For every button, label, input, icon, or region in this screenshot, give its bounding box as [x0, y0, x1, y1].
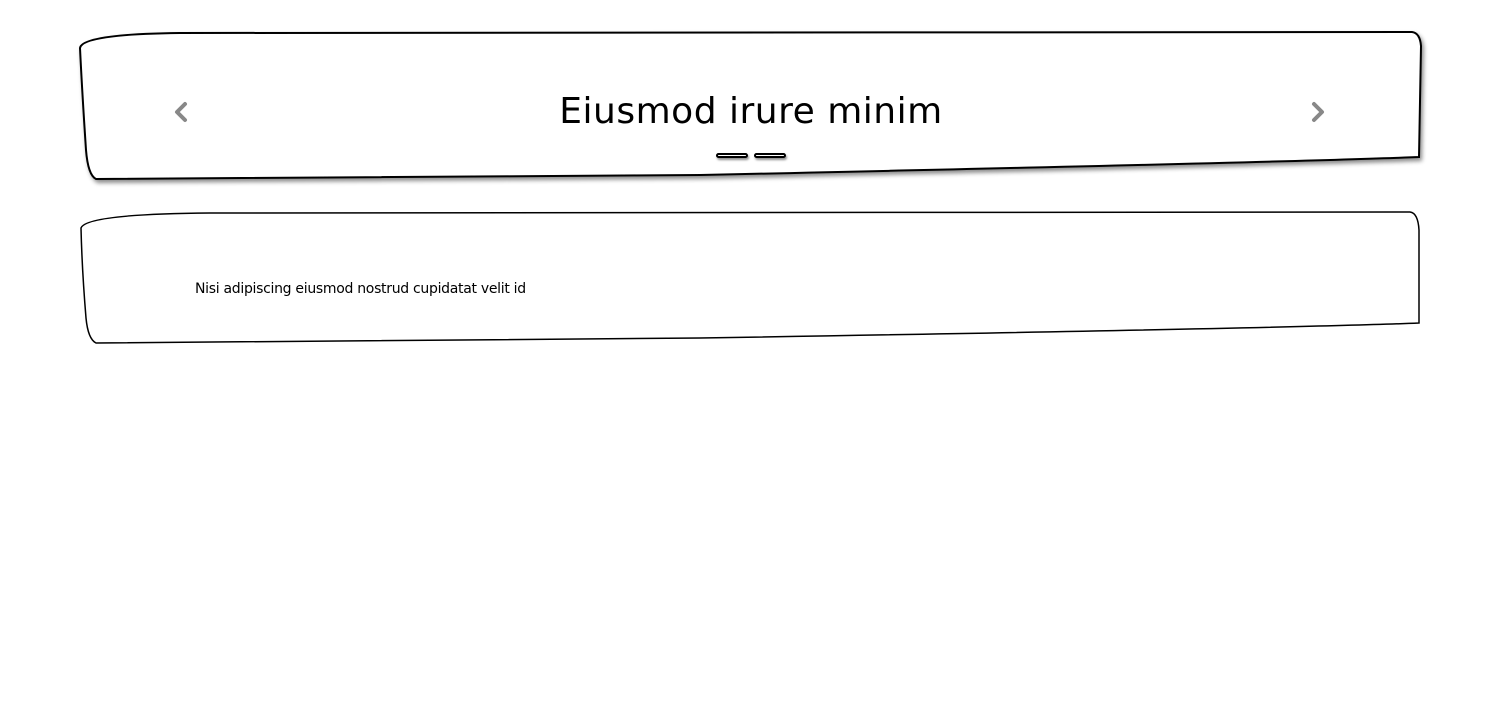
carousel-indicator[interactable] [754, 153, 786, 158]
carousel-title: Eiusmod irure minim [559, 91, 943, 132]
card-text: Nisi adipiscing eiusmod nostrud cupidata… [195, 281, 526, 297]
carousel-next-button[interactable] [1298, 94, 1338, 130]
carousel-indicators [80, 153, 1422, 158]
content-card: Nisi adipiscing eiusmod nostrud cupidata… [80, 212, 1420, 344]
chevron-left-icon [175, 102, 187, 122]
carousel-indicator[interactable] [716, 153, 748, 158]
chevron-right-icon [1312, 102, 1324, 122]
page: Eiusmod irure minim Nisi adipiscing eius… [0, 0, 1500, 720]
carousel-prev-button[interactable] [161, 94, 201, 130]
carousel: Eiusmod irure minim [80, 32, 1422, 180]
